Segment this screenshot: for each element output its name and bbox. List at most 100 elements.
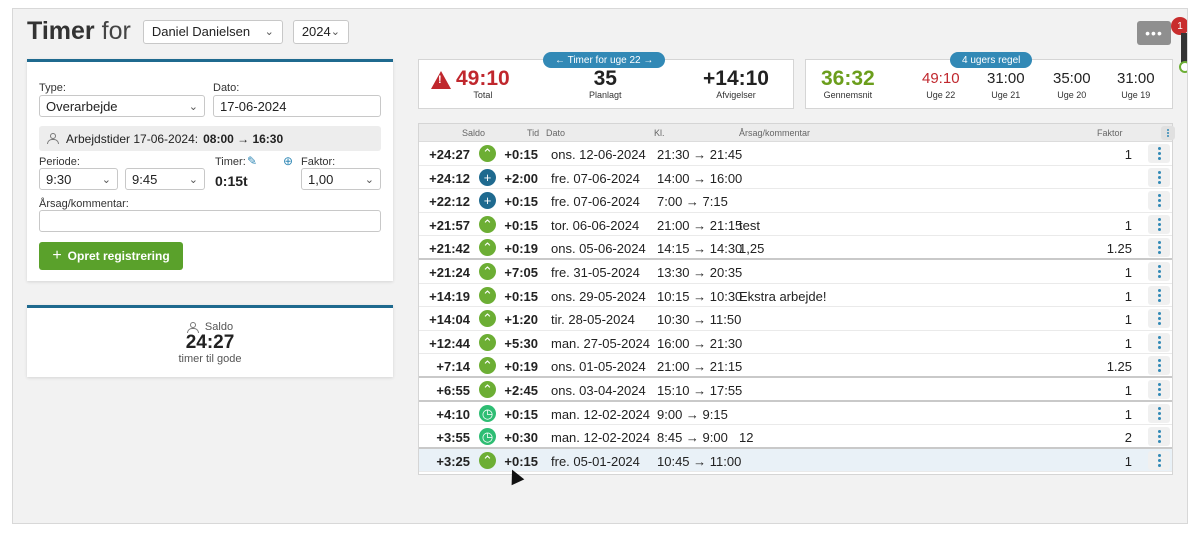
chevron-up-icon[interactable]: ⌃ [479,333,496,351]
chevron-up-icon[interactable]: ⌃ [479,310,496,328]
column-header-kl[interactable]: Kl. [654,128,665,138]
create-registration-button[interactable]: + Opret registrering [39,242,183,270]
table-row[interactable]: +12:44 ⌃ +5:30 man. 27-05-2024 16:00 → 21:30… [419,331,1172,355]
row-saldo: +7:14 [436,359,470,375]
chevron-up-icon[interactable]: ⌃ [479,286,496,304]
type-select[interactable]: Overarbejde ⌄ [39,95,205,117]
employee-select[interactable]: Daniel Danielsen ⌄ [142,19,283,44]
more-options-button[interactable]: ••• [1137,21,1171,45]
column-header-tid[interactable]: Tid [527,128,539,138]
row-tid: +0:15 [504,288,538,304]
chevron-up-icon[interactable]: ⌃ [479,262,496,280]
table-body: +24:27 ⌃ +0:15 ons. 12-06-2024 21:30 → 21:45… [419,142,1172,473]
row-menu-icon[interactable] [1148,261,1170,281]
row-menu-icon[interactable] [1148,309,1170,329]
working-hours-info: Arbejdstider 17-06-2024: 08:00 → 16:30 [39,126,381,151]
row-menu-icon[interactable] [1148,191,1170,211]
four-week-rule-pill: 4 ugers regel [950,52,1033,68]
average-value: 36:32 [821,67,875,90]
row-tid: +0:15 [504,406,538,422]
week-planned: 35 Planlagt [589,68,622,101]
period-to-select[interactable]: 9:45 ⌄ [125,168,205,190]
week-navigation[interactable]: ← Timer for uge 22 → [543,52,666,68]
table-row[interactable]: +21:42 ⌃ +0:19 ons. 05-06-2024 14:15 → 14:30… [419,236,1172,260]
date-input[interactable]: 17-06-2024 [213,95,381,117]
period-from-select[interactable]: 9:30 ⌄ [39,168,118,190]
table-row[interactable]: +24:27 ⌃ +0:15 ons. 12-06-2024 21:30 → 21:45… [419,142,1172,166]
column-header-faktor[interactable]: Faktor [1097,128,1123,138]
crosshair-icon[interactable]: ⊕ [283,154,293,168]
table-row[interactable]: +3:25 ⌃ +0:15 fre. 05-01-2024 10:45 → 11:00 1 [419,448,1172,473]
app-window: Timer for Daniel Danielsen ⌄ 2024 ⌄ ••• … [12,8,1188,524]
row-saldo: +24:12 [429,170,470,186]
column-header-aarsag[interactable]: Årsag/kommentar [739,128,810,138]
row-saldo: +4:10 [436,406,470,422]
table-row[interactable]: +14:19 ⌃ +0:15 ons. 29-05-2024 10:15 → 10:30… [419,284,1172,308]
row-menu-icon[interactable] [1148,427,1170,447]
row-menu-icon[interactable] [1148,356,1170,376]
chevron-down-icon: ⌄ [188,173,198,186]
row-menu-icon[interactable] [1148,403,1170,423]
row-menu-icon[interactable] [1148,238,1170,258]
comment-input[interactable] [39,210,381,232]
row-saldo: +22:12 [429,194,470,210]
employee-select-value: Daniel Danielsen [151,24,251,39]
column-header-saldo[interactable]: Saldo [462,128,485,138]
row-dato: fre. 31-05-2024 [551,264,640,280]
week-stats-panel: ← Timer for uge 22 → ! 49:10 Total 35 Pl… [418,52,794,109]
row-kl: 14:15 → 14:30 [657,241,743,257]
row-saldo: +12:44 [429,335,470,351]
row-tid: +0:19 [504,359,538,375]
clock-icon[interactable]: ◷ [479,404,496,422]
column-header-dato[interactable]: Dato [546,128,565,138]
row-kl: 21:30 → 21:45 [657,147,743,162]
row-dato: fre. 05-01-2024 [551,453,640,469]
chevron-up-icon[interactable]: ⌃ [479,380,496,398]
table-row[interactable]: +4:10 ◷ +0:15 man. 12-02-2024 9:00 → 9:15 1 [419,402,1172,426]
row-menu-icon[interactable] [1148,379,1170,399]
chevron-down-icon: ⌄ [364,173,374,186]
table-row[interactable]: +6:55 ⌃ +2:45 ons. 03-04-2024 15:10 → 17:55 1 [419,378,1172,402]
table-row[interactable]: +21:24 ⌃ +7:05 fre. 31-05-2024 13:30 → 20:35… [419,260,1172,284]
row-saldo: +14:19 [429,288,470,304]
chevron-up-icon[interactable]: ⌃ [479,451,496,469]
row-saldo: +21:42 [429,241,470,257]
row-menu-icon[interactable] [1148,214,1170,234]
table-row[interactable]: +22:12 + +0:15 fre. 07-06-2024 7:00 → 7:15 [419,189,1172,213]
user-icon [186,321,201,333]
table-row[interactable]: +7:14 ⌃ +0:19 ons. 01-05-2024 21:00 → 21:15 1… [419,354,1172,378]
row-faktor: 2 [1124,430,1132,446]
table-row[interactable]: +3:55 ◷ +0:30 man. 12-02-2024 8:45 → 9:00 12 2 [419,425,1172,449]
row-menu-icon[interactable] [1148,144,1170,163]
chevron-up-icon[interactable]: ⌃ [479,215,496,233]
table-row[interactable]: +14:04 ⌃ +1:20 tir. 28-05-2024 10:30 → 11:50… [419,307,1172,331]
table-row[interactable]: +24:12 + +2:00 fre. 07-06-2024 14:00 → 16:00 [419,166,1172,190]
row-menu-icon[interactable] [1148,167,1170,187]
columns-menu-icon[interactable] [1161,126,1175,140]
plus-icon[interactable]: + [479,168,496,186]
week-stat-value: 31:00 [1117,70,1155,87]
chevron-up-icon[interactable]: ⌃ [479,145,496,162]
row-menu-icon[interactable] [1148,450,1170,470]
chevron-up-icon[interactable]: ⌃ [479,239,496,257]
row-menu-icon[interactable] [1148,332,1170,352]
row-saldo: +3:25 [436,453,470,469]
clock-icon[interactable]: ◷ [479,428,496,446]
row-faktor: 1 [1124,406,1132,422]
edit-icon[interactable]: ✎ [247,154,257,168]
week-stat-label: Uge 20 [1057,90,1087,100]
plus-icon[interactable]: + [479,192,496,210]
user-icon [47,133,61,144]
row-saldo: +21:57 [429,217,470,233]
table-row[interactable]: +21:57 ⌃ +0:15 tor. 06-06-2024 21:00 → 21:15… [419,213,1172,237]
factor-select[interactable]: 1,00 ⌄ [301,168,381,190]
row-menu-icon[interactable] [1148,285,1170,305]
type-select-value: Overarbejde [46,98,118,114]
year-select[interactable]: 2024 ⌄ [292,19,349,44]
chevron-up-icon[interactable]: ⌃ [479,357,496,375]
row-kl: 21:00 → 21:15 [657,359,743,375]
page-header: Timer for Daniel Danielsen ⌄ 2024 ⌄ [27,17,349,46]
row-aarsag: test [739,217,760,233]
date-input-value: 17-06-2024 [220,98,287,114]
row-saldo: +21:24 [429,264,470,280]
